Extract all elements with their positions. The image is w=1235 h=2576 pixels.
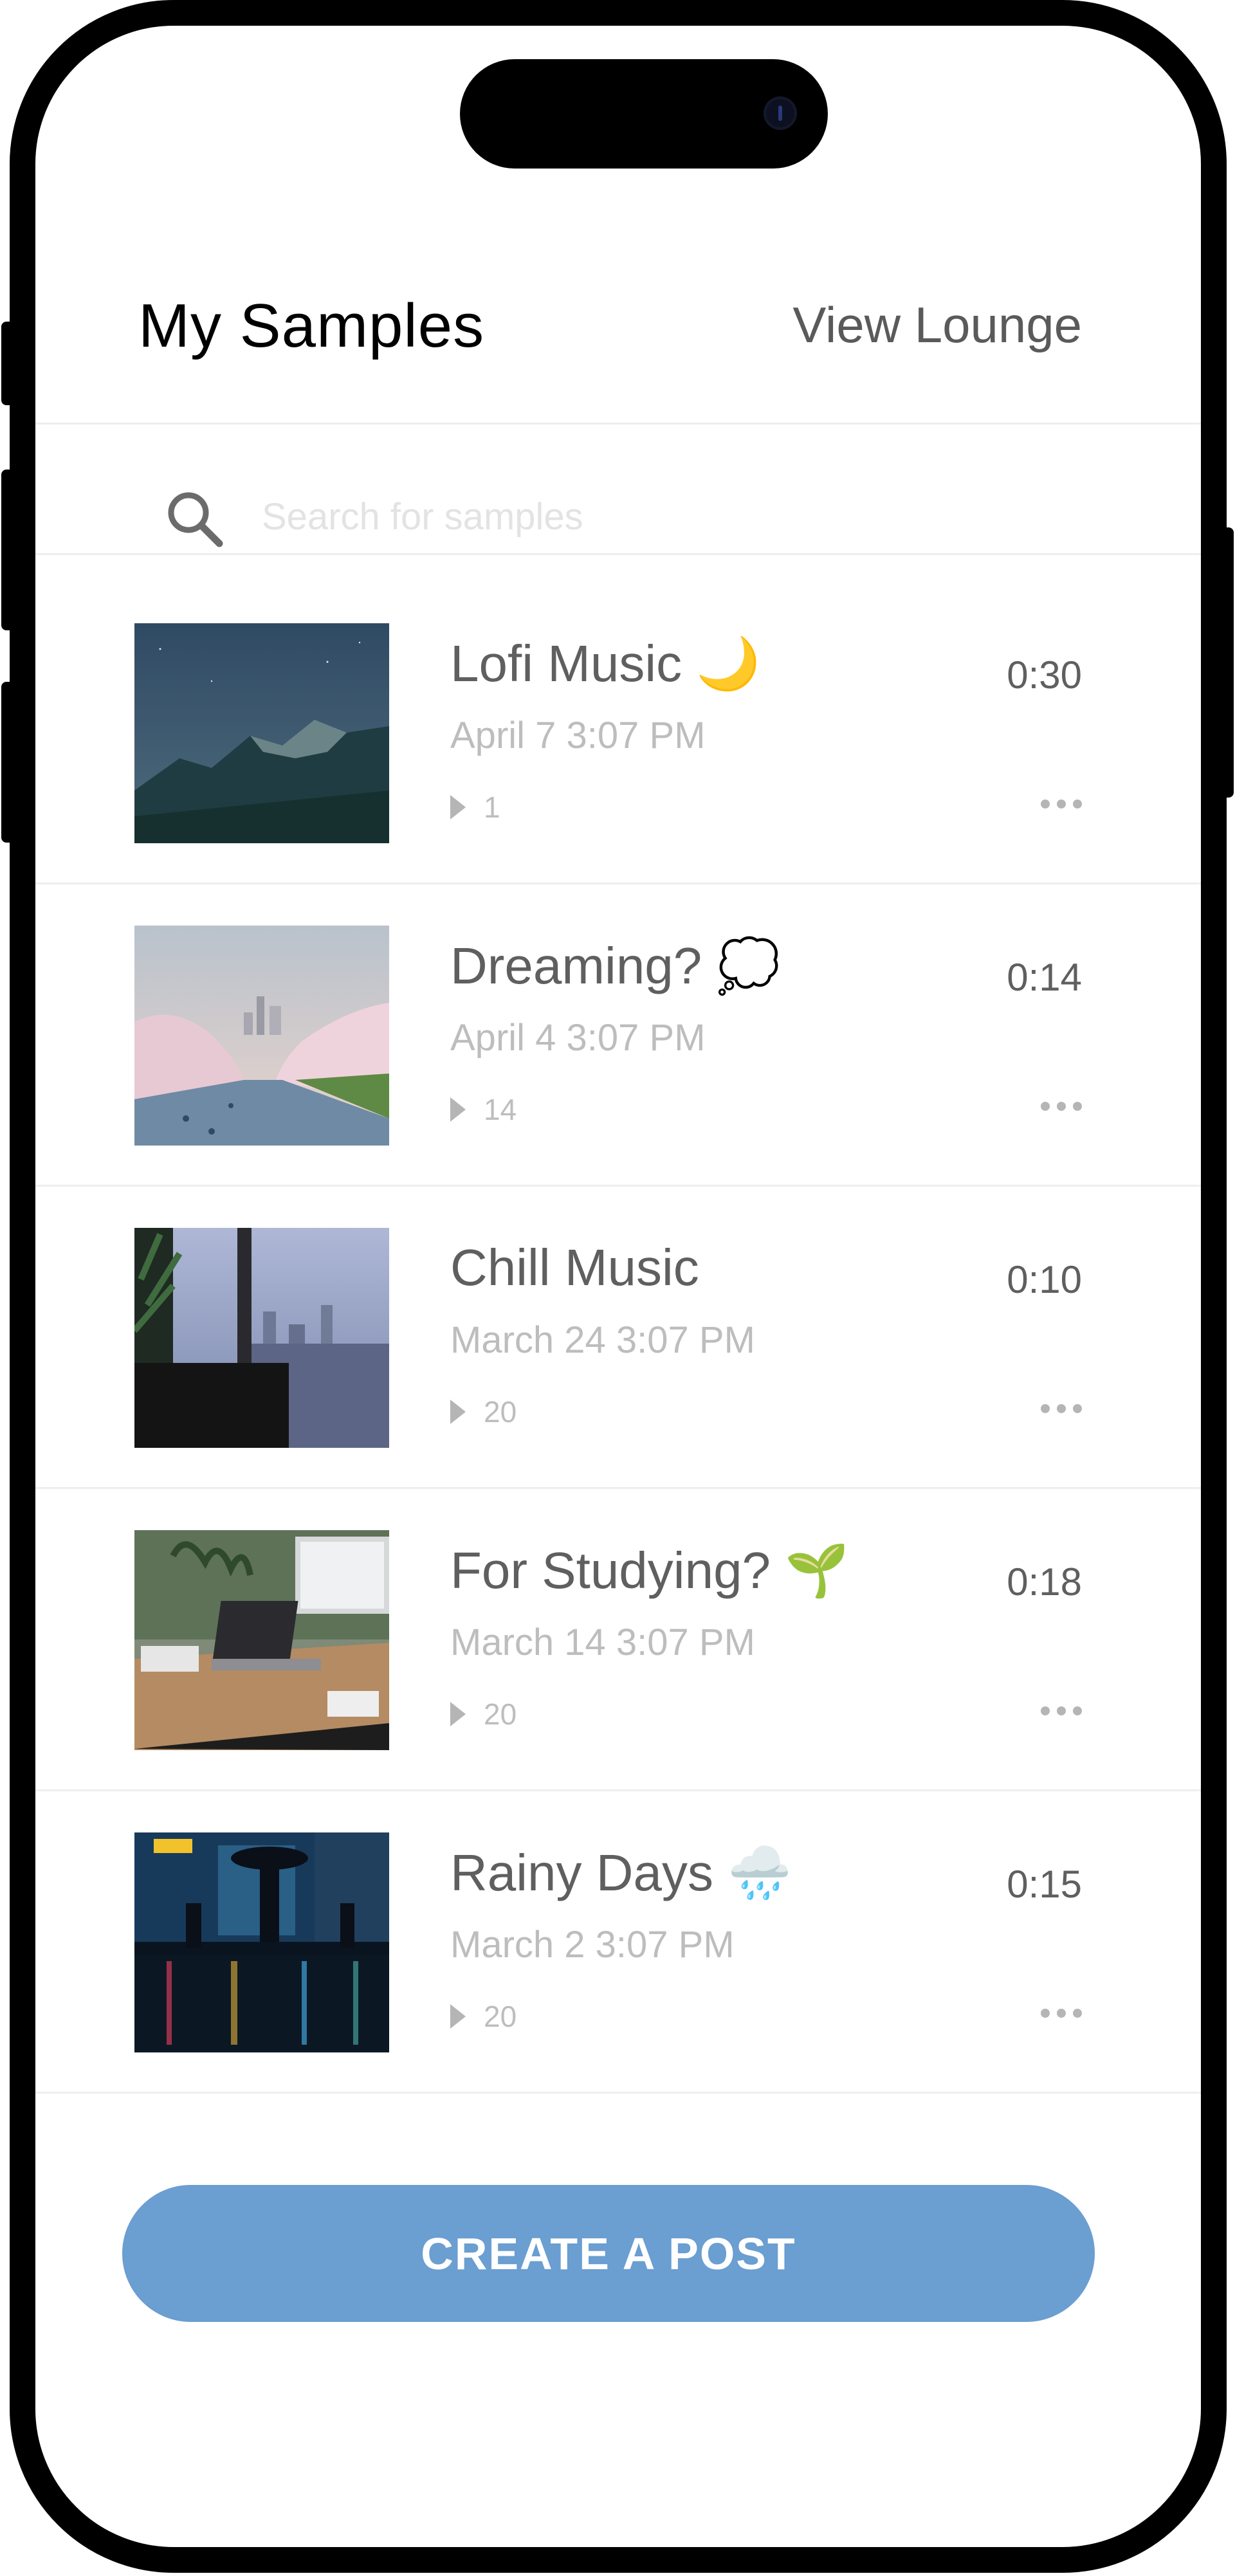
page-title: My Samples: [138, 291, 485, 360]
play-count: 1: [484, 790, 500, 824]
phone-frame: My Samples View Lounge Search for sample…: [10, 0, 1227, 2573]
play-count: 20: [484, 1395, 517, 1429]
sample-title: Dreaming? 💭: [450, 937, 781, 994]
sample-title: Lofi Music 🌙: [450, 635, 760, 692]
sample-duration: 0:14: [1007, 956, 1082, 999]
play-icon: [450, 795, 466, 819]
play-icon: [450, 1400, 466, 1424]
sample-thumbnail-cherry-blossom-river: [134, 926, 389, 1146]
sample-thumbnail-rainy-night-street: [134, 1832, 389, 2052]
play-count-group: 20: [450, 1393, 517, 1431]
sample-title: For Studying? 🌱: [450, 1542, 849, 1599]
sample-thumbnail-moonlit-mountain: [134, 623, 389, 843]
play-icon: [450, 2004, 466, 2029]
sample-row[interactable]: Chill Music March 24 3:07 PM 20 0:10: [35, 1187, 1201, 1489]
sample-title: Rainy Days 🌧️: [450, 1844, 792, 1901]
play-icon: [450, 1702, 466, 1726]
play-count-group: 14: [450, 1090, 517, 1129]
sample-date: March 14 3:07 PM: [450, 1621, 755, 1663]
header-divider: [35, 423, 1201, 425]
dynamic-island: [460, 59, 828, 169]
sample-list: Lofi Music 🌙 April 7 3:07 PM 1 0:30 Drea…: [35, 582, 1201, 2094]
sample-row[interactable]: For Studying? 🌱 March 14 3:07 PM 20 0:18: [35, 1489, 1201, 1791]
play-count: 14: [484, 1093, 517, 1126]
sample-thumbnail-desk-workspace: [134, 1530, 389, 1750]
search-icon[interactable]: [164, 488, 224, 549]
play-count: 20: [484, 1697, 517, 1731]
sample-date: March 2 3:07 PM: [450, 1924, 735, 1966]
play-icon: [450, 1097, 466, 1122]
create-post-button[interactable]: CREATE A POST: [122, 2185, 1095, 2322]
sample-date: April 4 3:07 PM: [450, 1017, 706, 1059]
sample-title: Chill Music: [450, 1239, 699, 1296]
play-count-group: 20: [450, 1997, 517, 2036]
sample-duration: 0:30: [1007, 653, 1082, 697]
sample-duration: 0:10: [1007, 1258, 1082, 1301]
play-count-group: 1: [450, 788, 500, 827]
front-camera-icon: [764, 96, 797, 130]
page-header: My Samples View Lounge: [35, 277, 1201, 379]
sample-duration: 0:15: [1007, 1863, 1082, 1906]
play-count-group: 20: [450, 1695, 517, 1733]
search-bar: [35, 448, 1201, 580]
view-lounge-link[interactable]: View Lounge: [792, 296, 1082, 354]
search-divider: [35, 553, 1201, 555]
page: My Samples View Lounge Search for sample…: [0, 0, 1235, 2576]
more-options-icon[interactable]: [1041, 791, 1082, 817]
sample-thumbnail-city-window-view: [134, 1228, 389, 1448]
sample-row[interactable]: Lofi Music 🌙 April 7 3:07 PM 1 0:30: [35, 582, 1201, 884]
play-count: 20: [484, 2000, 517, 2033]
sample-row[interactable]: Dreaming? 💭 April 4 3:07 PM 14 0:14: [35, 884, 1201, 1187]
more-options-icon[interactable]: [1041, 1396, 1082, 1421]
more-options-icon[interactable]: [1041, 2000, 1082, 2026]
more-options-icon[interactable]: [1041, 1093, 1082, 1119]
search-input[interactable]: [261, 480, 1099, 553]
sample-date: March 24 3:07 PM: [450, 1319, 755, 1361]
sample-date: April 7 3:07 PM: [450, 715, 706, 756]
sample-duration: 0:18: [1007, 1560, 1082, 1603]
more-options-icon[interactable]: [1041, 1698, 1082, 1724]
sample-row[interactable]: Rainy Days 🌧️ March 2 3:07 PM 20 0:15: [35, 1791, 1201, 2094]
